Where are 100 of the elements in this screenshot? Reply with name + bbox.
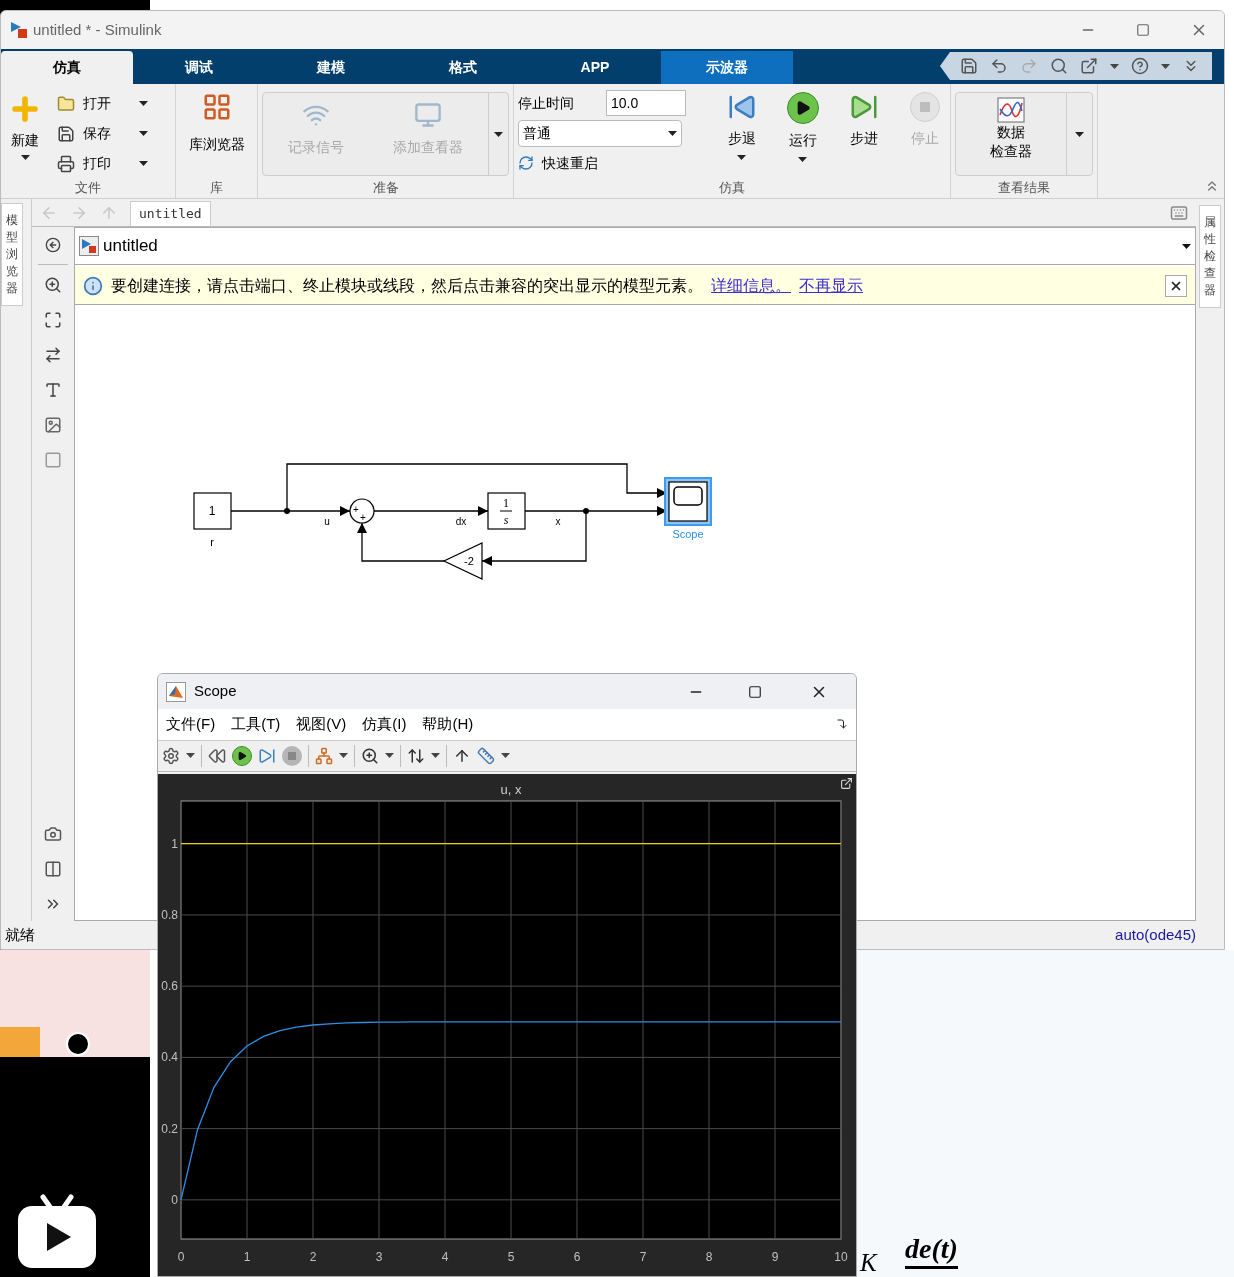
file-menu-button[interactable]: 打开 xyxy=(57,92,148,115)
chart-title: u, x xyxy=(500,782,522,797)
tick-label: 0.6 xyxy=(161,979,178,994)
tv-play-icon xyxy=(18,1193,96,1269)
constant-block: 1 xyxy=(193,492,232,530)
data-inspector-button[interactable]: 数据 检查器 xyxy=(956,93,1066,175)
ribbon-tab[interactable]: 调试 xyxy=(133,51,265,84)
step-back-icon[interactable] xyxy=(208,746,226,765)
group-label: 文件 xyxy=(74,180,102,197)
menu-item[interactable]: 帮助(H) xyxy=(422,713,474,736)
solver-text: auto(ode45) xyxy=(1115,924,1196,945)
undo-icon[interactable] xyxy=(990,57,1008,75)
maximize-icon[interactable] xyxy=(1136,23,1150,37)
caret-icon xyxy=(668,131,677,136)
info-link[interactable]: 详细信息。 xyxy=(711,273,791,298)
caret-icon xyxy=(431,753,440,759)
save-icon[interactable] xyxy=(960,57,978,75)
address-bar[interactable]: untitled xyxy=(75,228,1195,265)
library-browser-button[interactable]: 库浏览器 xyxy=(180,92,253,155)
dock-icon[interactable] xyxy=(836,718,848,731)
caret-icon xyxy=(798,157,807,162)
group-label: 仿真 xyxy=(718,180,746,197)
tick-label: 7 xyxy=(639,1250,647,1264)
caret-icon xyxy=(139,131,148,136)
scale-icon[interactable] xyxy=(407,746,425,765)
group-label: 库 xyxy=(209,180,224,197)
signal-label: dx xyxy=(455,516,467,527)
help-icon[interactable] xyxy=(1131,57,1149,75)
gain-block: -2 xyxy=(442,542,483,580)
signal-label: u xyxy=(324,516,330,527)
mode-dropdown[interactable]: 普通 xyxy=(518,120,682,147)
status-text: 就绪 xyxy=(5,924,35,945)
model-browser-tab[interactable]: 模型浏览器 xyxy=(1,203,23,306)
ribbon-tab[interactable]: APP xyxy=(529,51,661,84)
menu-item[interactable]: 工具(T) xyxy=(231,713,281,736)
window-icon[interactable] xyxy=(1080,57,1098,75)
tick-label: 10 xyxy=(834,1250,848,1264)
new-button[interactable]: 新建 xyxy=(5,92,45,160)
integrator-block: 1 s xyxy=(487,492,526,530)
tick-label: 0.2 xyxy=(161,1121,178,1136)
save-icon xyxy=(57,124,75,143)
file-menu-button[interactable]: 保存 xyxy=(57,122,148,145)
stop-time-field[interactable]: 10.0 xyxy=(606,90,686,116)
settings-icon[interactable] xyxy=(162,746,180,765)
menu-item[interactable]: 仿真(I) xyxy=(362,713,407,736)
property-inspector-tab[interactable]: 属性检查器 xyxy=(1199,205,1221,308)
simulation-button[interactable]: 运行 xyxy=(772,92,833,162)
tick-label: 8 xyxy=(705,1250,713,1264)
caret-icon xyxy=(1182,243,1191,249)
run-icon xyxy=(786,92,819,124)
caret-icon xyxy=(139,161,148,166)
tick-label: 4 xyxy=(441,1250,449,1264)
matlab-icon xyxy=(166,681,186,702)
zoom-in-icon[interactable] xyxy=(361,746,379,765)
sum-block: + + xyxy=(349,498,375,524)
fast-restart-button[interactable]: 快速重启 xyxy=(518,151,686,175)
simulation-button[interactable]: 步退 xyxy=(711,92,772,162)
step-forward-icon[interactable] xyxy=(258,746,276,765)
camera-icon[interactable] xyxy=(44,825,62,843)
run-icon[interactable] xyxy=(232,745,252,766)
formula-text: K xyxy=(860,1250,877,1275)
window-title: untitled * - Simulink xyxy=(33,19,162,40)
breadcrumb-tab[interactable]: untitled xyxy=(130,201,211,226)
tick-label: 0 xyxy=(177,1250,185,1264)
block-name: Scope xyxy=(672,528,704,540)
ribbon-tab[interactable]: 仿真 xyxy=(1,51,133,84)
zoom-in-icon[interactable] xyxy=(44,276,62,294)
info-icon xyxy=(83,275,103,296)
panel-icon[interactable] xyxy=(44,860,62,878)
stop-icon[interactable] xyxy=(282,745,302,766)
menu-item[interactable]: 视图(V) xyxy=(296,713,347,736)
annotation-icon[interactable] xyxy=(44,381,62,399)
tick-label: 1 xyxy=(171,836,178,851)
menu-item[interactable]: 文件(F) xyxy=(166,713,216,736)
ribbon-tab[interactable]: 示波器 xyxy=(661,51,793,84)
search-icon[interactable] xyxy=(1050,57,1068,75)
simulink-icon xyxy=(9,20,29,40)
signal-select-icon[interactable] xyxy=(315,746,333,765)
block-name: r xyxy=(210,536,214,548)
simulation-button[interactable]: 步进 xyxy=(833,92,894,162)
info-link[interactable]: 不再显示 xyxy=(799,273,863,298)
undock-icon[interactable] xyxy=(840,777,853,790)
maximize-icon[interactable] xyxy=(748,684,762,699)
image-icon[interactable] xyxy=(44,416,62,434)
button-label-line: 检查器 xyxy=(990,142,1032,161)
fit-view-icon[interactable] xyxy=(44,311,62,329)
hide-icon[interactable] xyxy=(45,237,61,253)
ribbon-tab[interactable]: 建模 xyxy=(265,51,397,84)
tick-label: 2 xyxy=(309,1250,317,1264)
ribbon-tab[interactable]: 格式 xyxy=(397,51,529,84)
caret-icon xyxy=(737,155,746,160)
caret-icon xyxy=(501,753,510,759)
ruler-icon[interactable] xyxy=(477,746,495,765)
file-menu-button[interactable]: 打印 xyxy=(57,152,148,175)
arrows-icon[interactable] xyxy=(44,346,62,364)
keyboard-icon[interactable] xyxy=(1170,204,1188,222)
close-button[interactable] xyxy=(1165,274,1187,297)
tick-label: 6 xyxy=(573,1250,581,1264)
tick-label: 9 xyxy=(771,1250,779,1264)
tick-label: 1 xyxy=(243,1250,251,1264)
